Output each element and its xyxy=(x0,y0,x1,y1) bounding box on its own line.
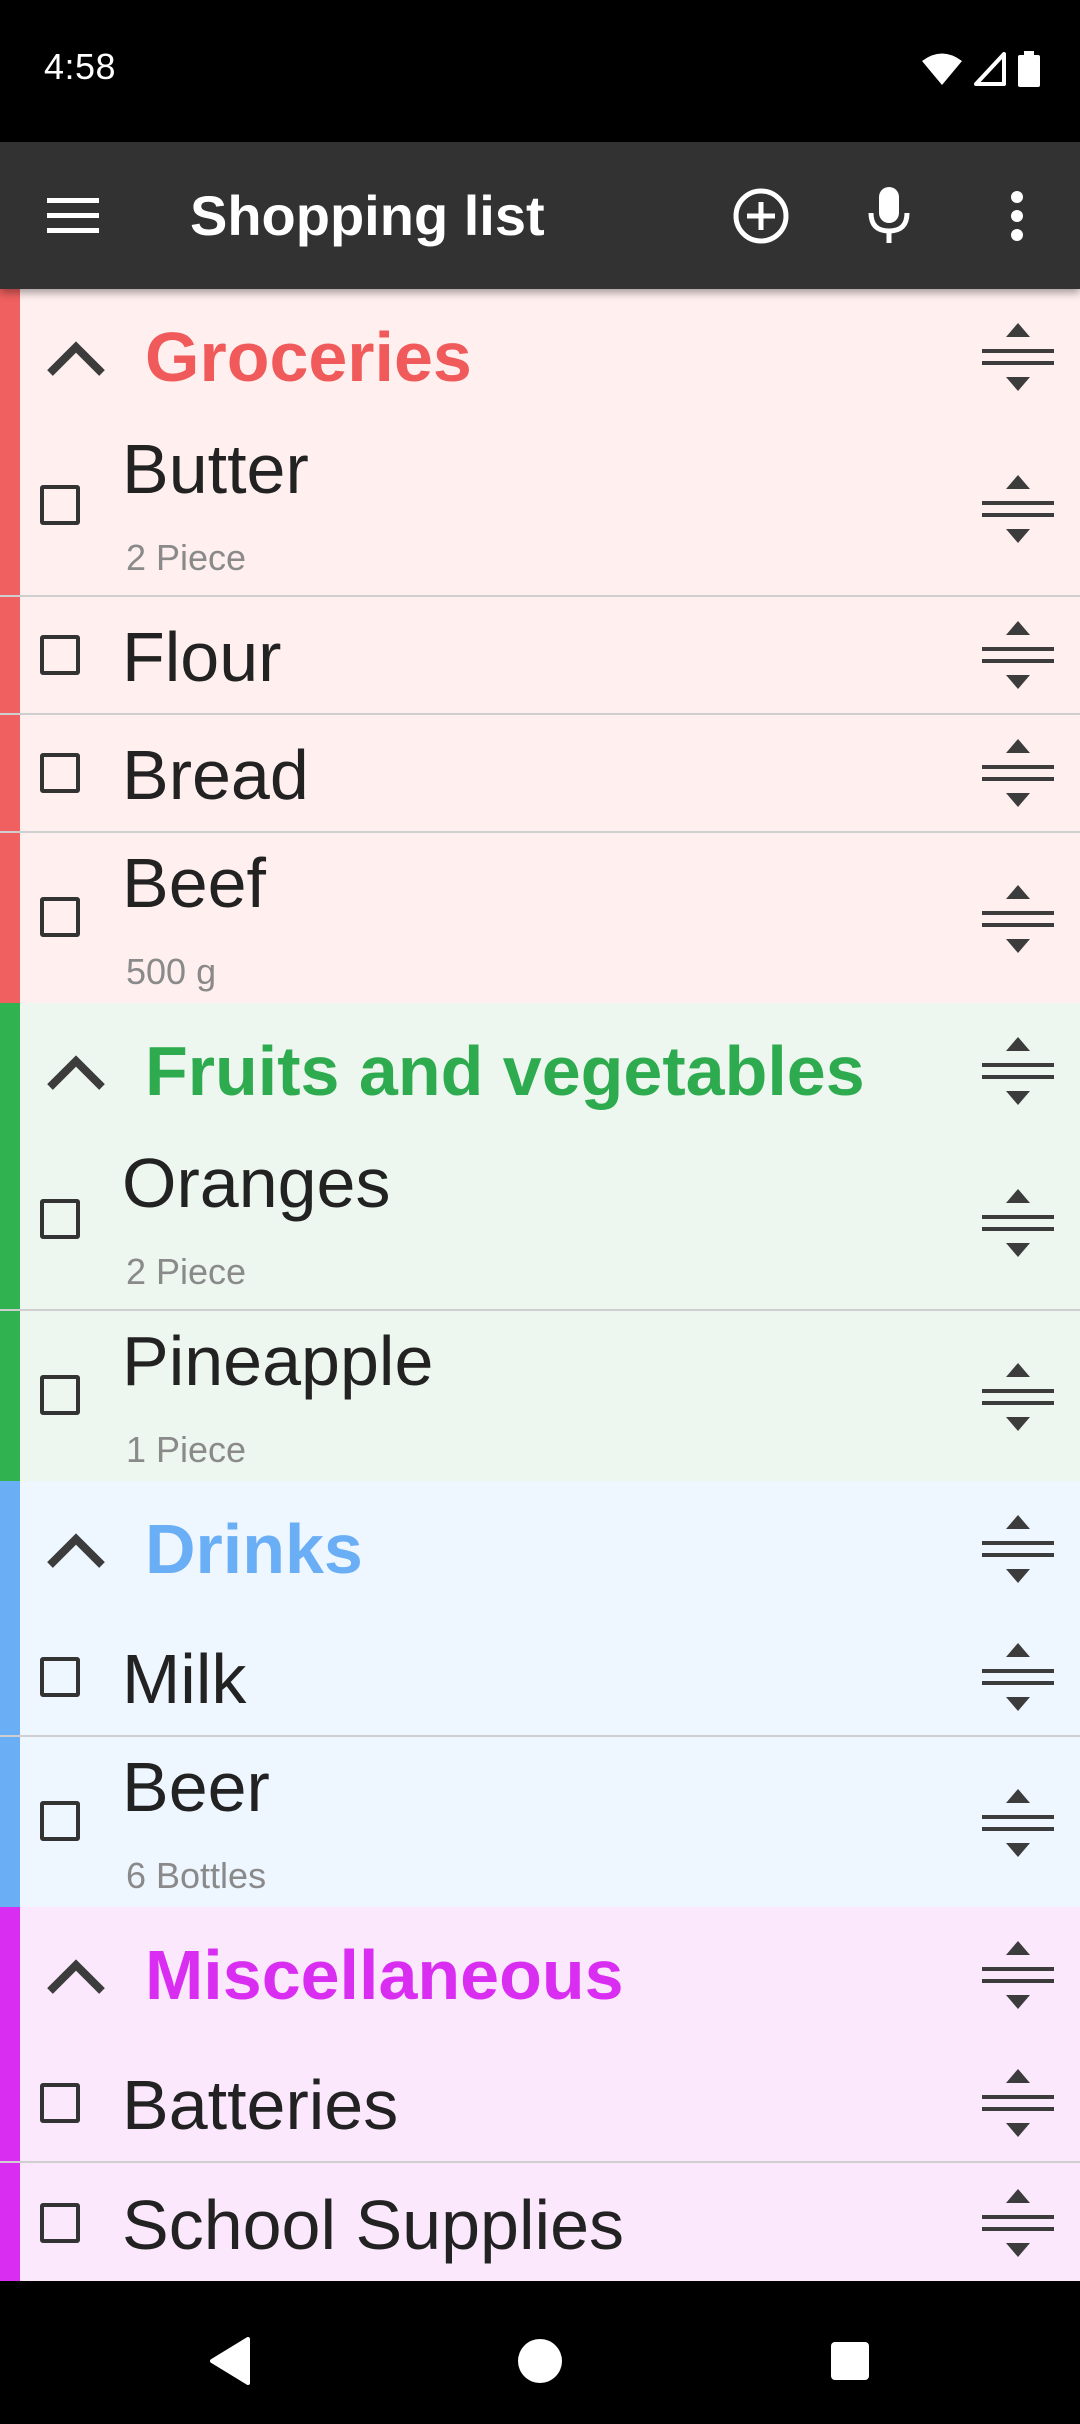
add-circle-icon xyxy=(733,188,789,243)
cell-signal-icon xyxy=(974,52,1006,86)
more-options-button[interactable] xyxy=(962,142,1072,289)
list-item[interactable]: Bread xyxy=(0,715,1080,833)
category-title: Fruits and vegetables xyxy=(145,1032,865,1110)
drag-handle-icon[interactable] xyxy=(976,1507,1060,1591)
item-quantity: 2 Piece xyxy=(126,537,247,578)
item-name: Butter xyxy=(122,430,309,508)
status-bar: 4:58 xyxy=(0,0,1080,142)
list-item[interactable]: Beer 6 Bottles xyxy=(0,1737,1080,1907)
item-name: School Supplies xyxy=(122,2186,624,2264)
item-checkbox[interactable] xyxy=(40,2083,80,2123)
collapse-chevron-icon[interactable] xyxy=(44,329,108,385)
app-bar: Shopping list xyxy=(0,142,1080,289)
item-name: Bread xyxy=(122,736,309,814)
category-title: Miscellaneous xyxy=(145,1936,624,2014)
list-item[interactable]: Batteries xyxy=(0,2043,1080,2163)
list-item[interactable]: Pineapple 1 Piece xyxy=(0,1311,1080,1481)
item-checkbox[interactable] xyxy=(40,1199,80,1239)
category-title: Groceries xyxy=(145,318,472,396)
nav-back-button[interactable] xyxy=(165,2297,295,2424)
list-item[interactable]: Flour xyxy=(0,597,1080,715)
item-name: Oranges xyxy=(122,1144,391,1222)
item-checkbox[interactable] xyxy=(40,1375,80,1415)
category-title: Drinks xyxy=(145,1510,363,1588)
collapse-chevron-icon[interactable] xyxy=(44,1043,108,1099)
nav-recents-button[interactable] xyxy=(785,2297,915,2424)
category-header[interactable]: Fruits and vegetables xyxy=(0,1003,1080,1139)
drag-handle-icon[interactable] xyxy=(976,1355,1060,1439)
voice-input-button[interactable] xyxy=(834,142,944,289)
menu-icon xyxy=(47,197,99,233)
item-quantity: 1 Piece xyxy=(126,1429,247,1470)
list-item[interactable]: Oranges 2 Piece xyxy=(0,1139,1080,1311)
collapse-chevron-icon[interactable] xyxy=(44,1521,108,1577)
drag-handle-icon[interactable] xyxy=(976,1781,1060,1865)
item-checkbox[interactable] xyxy=(40,753,80,793)
add-item-button[interactable] xyxy=(706,142,816,289)
category-header[interactable]: Drinks xyxy=(0,1481,1080,1617)
item-name: Beer xyxy=(122,1748,270,1826)
drag-handle-icon[interactable] xyxy=(976,315,1060,399)
list-item[interactable]: Butter 2 Piece xyxy=(0,425,1080,597)
menu-button[interactable] xyxy=(18,142,128,289)
category-section: Miscellaneous Batteries School Supplies xyxy=(0,1907,1080,2281)
item-checkbox[interactable] xyxy=(40,897,80,937)
drag-handle-icon[interactable] xyxy=(976,2181,1060,2265)
item-quantity: 6 Bottles xyxy=(126,1855,267,1896)
item-name: Flour xyxy=(122,618,282,696)
drag-handle-icon[interactable] xyxy=(976,731,1060,815)
home-circle-icon xyxy=(518,2338,562,2383)
system-nav-bar xyxy=(0,2297,1080,2424)
status-time: 4:58 xyxy=(44,46,117,87)
item-checkbox[interactable] xyxy=(40,1801,80,1841)
category-section: Drinks Milk Beer 6 Bottles xyxy=(0,1481,1080,1907)
item-quantity: 500 g xyxy=(126,951,217,992)
drag-handle-icon[interactable] xyxy=(976,1933,1060,2017)
list-item[interactable]: School Supplies xyxy=(0,2163,1080,2281)
wifi-icon xyxy=(922,53,962,85)
status-icons xyxy=(922,50,1040,88)
item-name: Milk xyxy=(122,1640,247,1718)
category-section: Groceries Butter 2 Piece Flour Bread Bee… xyxy=(0,289,1080,1003)
nav-home-button[interactable] xyxy=(475,2297,605,2424)
drag-handle-icon[interactable] xyxy=(976,613,1060,697)
shopping-list: Groceries Butter 2 Piece Flour Bread Bee… xyxy=(0,289,1080,2297)
battery-icon xyxy=(1018,51,1040,87)
item-checkbox[interactable] xyxy=(40,485,80,525)
more-vertical-icon xyxy=(1011,190,1023,241)
collapse-chevron-icon[interactable] xyxy=(44,1947,108,2003)
microphone-icon xyxy=(868,186,910,243)
drag-handle-icon[interactable] xyxy=(976,1181,1060,1265)
drag-handle-icon[interactable] xyxy=(976,1635,1060,1719)
drag-handle-icon[interactable] xyxy=(976,467,1060,551)
category-header[interactable]: Miscellaneous xyxy=(0,1907,1080,2043)
drag-handle-icon[interactable] xyxy=(976,2061,1060,2145)
category-header[interactable]: Groceries xyxy=(0,289,1080,425)
back-triangle-icon xyxy=(210,2336,250,2385)
item-checkbox[interactable] xyxy=(40,1657,80,1697)
category-section: Fruits and vegetables Oranges 2 Piece Pi… xyxy=(0,1003,1080,1481)
item-name: Batteries xyxy=(122,2066,399,2144)
recents-square-icon xyxy=(831,2341,869,2380)
item-quantity: 2 Piece xyxy=(126,1251,247,1292)
list-item[interactable]: Beef 500 g xyxy=(0,833,1080,1003)
item-name: Beef xyxy=(122,844,266,922)
item-name: Pineapple xyxy=(122,1322,434,1400)
page-title: Shopping list xyxy=(190,184,545,247)
drag-handle-icon[interactable] xyxy=(976,1029,1060,1113)
list-item[interactable]: Milk xyxy=(0,1617,1080,1737)
drag-handle-icon[interactable] xyxy=(976,877,1060,961)
item-checkbox[interactable] xyxy=(40,2203,80,2243)
item-checkbox[interactable] xyxy=(40,635,80,675)
